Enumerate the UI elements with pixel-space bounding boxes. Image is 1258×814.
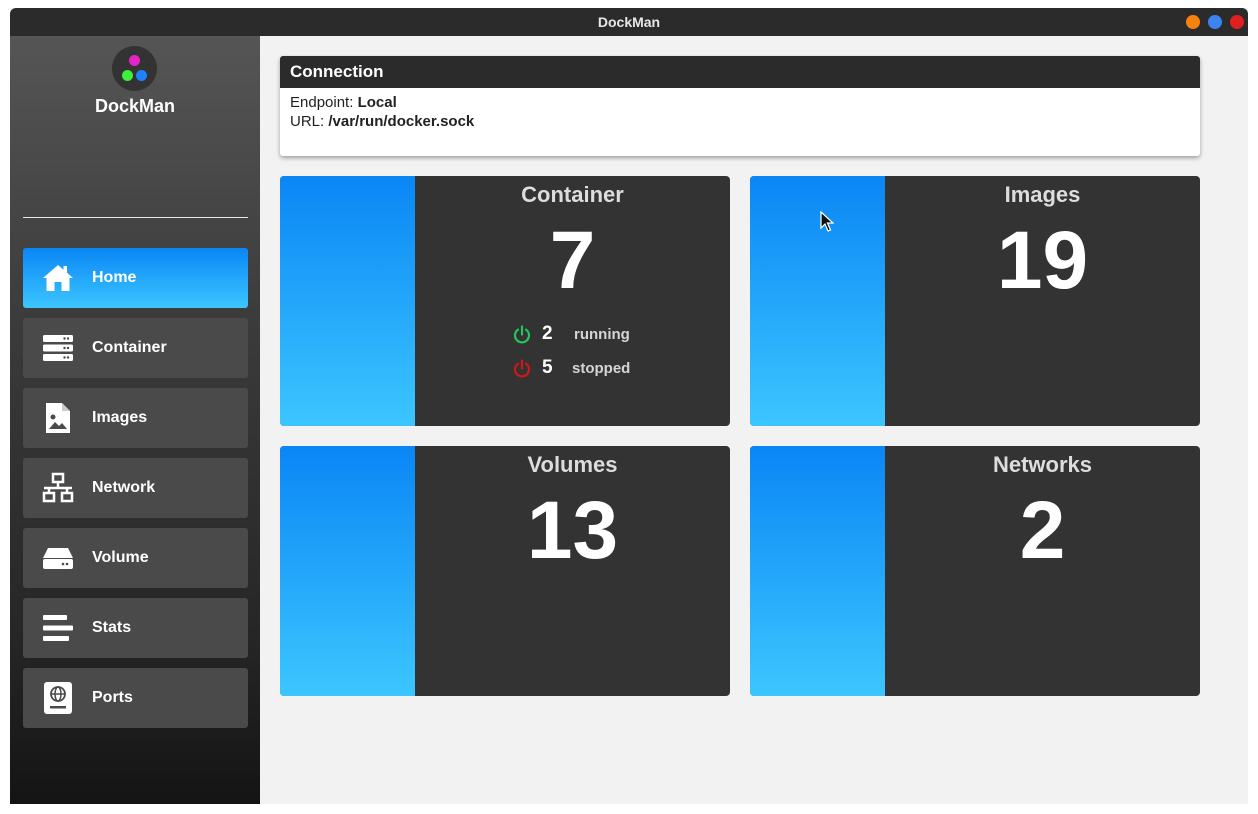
sidebar-item-label: Ports [92, 689, 133, 706]
stopped-label: stopped [572, 360, 631, 377]
networks-card[interactable]: Networks 2 [750, 446, 1200, 696]
stats-bars-icon [41, 612, 75, 644]
close-button[interactable] [1230, 15, 1244, 29]
card-accent-strip [750, 176, 885, 426]
container-card[interactable]: Container 7 2 running 5 stopped [280, 176, 730, 426]
card-accent-strip [280, 176, 415, 426]
mouse-cursor-icon [820, 211, 834, 232]
volumes-card[interactable]: Volumes 13 [280, 446, 730, 696]
sidebar-item-label: Images [92, 409, 148, 426]
title-bar[interactable]: DockMan [10, 8, 1248, 36]
url-label: URL: [290, 113, 325, 130]
card-count: 7 [549, 215, 596, 306]
running-stat: 2 running [512, 323, 652, 347]
power-stopped-icon [513, 359, 531, 378]
logo-dot-blue [136, 70, 147, 81]
app-name: DockMan [94, 96, 175, 116]
endpoint-label: Endpoint: [290, 94, 354, 111]
sidebar-item-images[interactable]: Images [23, 388, 248, 448]
power-running-icon [513, 325, 531, 344]
home-icon [41, 262, 75, 294]
connection-title: Connection [280, 56, 1200, 88]
sidebar-item-label: Volume [92, 549, 149, 566]
logo-dot-pink [129, 55, 140, 66]
card-title: Images [1004, 182, 1081, 207]
stopped-count: 5 [542, 357, 553, 378]
app-logo-icon [112, 46, 157, 91]
main-content: Connection Endpoint: Local URL: /var/run… [260, 36, 1248, 804]
network-icon [41, 472, 75, 504]
sidebar-item-label: Container [92, 339, 167, 356]
card-accent-strip [280, 446, 415, 696]
images-card[interactable]: Images 19 [750, 176, 1200, 426]
endpoint-line: Endpoint: Local [290, 94, 397, 111]
maximize-button[interactable] [1208, 15, 1222, 29]
sidebar: DockMan Home Container Images Network Vo… [10, 36, 260, 804]
sidebar-item-home[interactable]: Home [23, 248, 248, 308]
sidebar-item-label: Home [92, 269, 137, 286]
sidebar-item-ports[interactable]: Ports [23, 668, 248, 728]
stopped-stat: 5 stopped [512, 357, 652, 381]
sidebar-divider [23, 217, 248, 218]
card-count: 13 [526, 485, 619, 576]
minimize-button[interactable] [1186, 15, 1200, 29]
running-label: running [574, 326, 630, 343]
logo-dot-green [122, 70, 133, 81]
card-count: 19 [996, 215, 1089, 306]
window-title: DockMan [597, 14, 661, 30]
server-icon [41, 332, 75, 364]
url-value: /var/run/docker.sock [328, 113, 475, 130]
sidebar-item-volume[interactable]: Volume [23, 528, 248, 588]
card-title: Volumes [527, 452, 618, 477]
sidebar-item-label: Network [92, 479, 156, 496]
app-window: DockMan DockMan Home Container Images Ne… [10, 8, 1248, 804]
sidebar-item-container[interactable]: Container [23, 318, 248, 378]
sidebar-item-label: Stats [92, 619, 132, 636]
card-count: 2 [1019, 485, 1066, 576]
card-title: Networks [992, 452, 1093, 477]
card-title: Container [521, 182, 624, 207]
endpoint-value: Local [357, 94, 397, 111]
card-accent-strip [750, 446, 885, 696]
image-file-icon [41, 402, 75, 434]
connection-panel: Connection Endpoint: Local URL: /var/run… [280, 56, 1200, 156]
passport-icon [41, 682, 75, 714]
sidebar-item-stats[interactable]: Stats [23, 598, 248, 658]
hard-drive-icon [41, 542, 75, 574]
running-count: 2 [542, 323, 553, 344]
url-line: URL: /var/run/docker.sock [290, 113, 474, 130]
sidebar-item-network[interactable]: Network [23, 458, 248, 518]
